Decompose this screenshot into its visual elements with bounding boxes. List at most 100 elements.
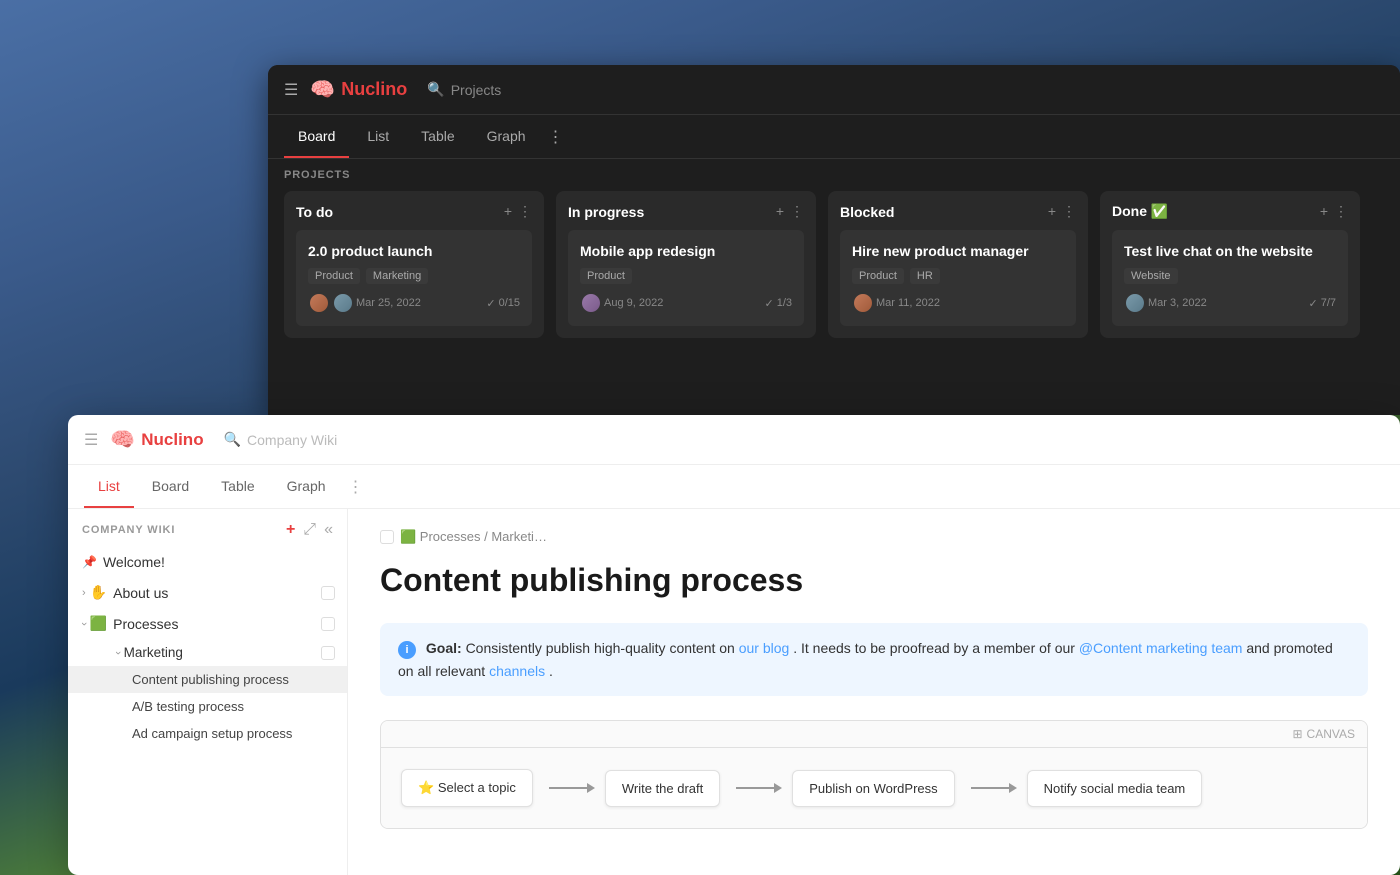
card-hire-pm[interactable]: Hire new product manager Product HR Mar … [840, 230, 1076, 326]
collapse-sidebar-icon[interactable]: « [324, 521, 333, 539]
expand-icon[interactable]: ⤢ [303, 521, 316, 539]
select-checkbox[interactable] [321, 586, 335, 600]
kanban-board: To do + ⋮ 2.0 product launch Product Mar… [268, 191, 1400, 338]
avatar [332, 292, 354, 314]
bottom-logo-text: Nuclino [141, 430, 203, 450]
avatar [308, 292, 330, 314]
tab-board[interactable]: Board [284, 115, 349, 158]
more-tabs-icon[interactable]: ⋮ [548, 127, 564, 147]
sidebar-item-ad-campaign[interactable]: Ad campaign setup process [68, 720, 347, 747]
sidebar-item-label: Welcome! [103, 554, 165, 570]
top-search[interactable]: 🔍 Projects [427, 81, 501, 98]
info-text-1: Consistently publish high-quality conten… [466, 640, 739, 656]
bottom-search-label: Company Wiki [247, 432, 337, 448]
card-live-chat[interactable]: Test live chat on the website Website Ma… [1112, 230, 1348, 326]
column-menu-icon[interactable]: ⋮ [518, 203, 532, 220]
info-link-team[interactable]: @Content marketing team [1079, 640, 1243, 656]
more-tabs-icon[interactable]: ⋮ [348, 477, 364, 497]
add-card-icon[interactable]: + [1048, 203, 1056, 220]
sidebar-item-label: Marketing [124, 645, 183, 660]
card-date: Mar 11, 2022 [876, 297, 940, 309]
canvas-icon: ⊞ [1292, 727, 1302, 741]
select-checkbox[interactable] [321, 646, 335, 660]
info-link-channels[interactable]: channels [489, 663, 545, 679]
projects-window: ☰ 🧠 Nuclino 🔍 Projects Board List Table … [268, 65, 1400, 415]
tab-list[interactable]: List [353, 115, 403, 158]
column-inprogress: In progress + ⋮ Mobile app redesign Prod… [556, 191, 816, 338]
card-mobile-redesign[interactable]: Mobile app redesign Product Aug 9, 2022 … [568, 230, 804, 326]
sidebar-item-processes[interactable]: › 🟩 Processes [68, 608, 347, 639]
hamburger-icon[interactable]: ☰ [84, 430, 98, 450]
sidebar-item-label: Processes [113, 616, 178, 632]
card-date: Mar 3, 2022 [1148, 297, 1207, 309]
bottom-logo: 🧠 Nuclino [110, 427, 203, 452]
card-title: Hire new product manager [852, 242, 1064, 260]
sidebar-item-label: Content publishing process [132, 672, 289, 687]
tab-table[interactable]: Table [407, 115, 468, 158]
add-card-icon[interactable]: + [1320, 203, 1328, 220]
sidebar-item-ab-testing[interactable]: A/B testing process [68, 693, 347, 720]
tag-website: Website [1124, 268, 1178, 284]
breadcrumb-checkbox[interactable] [380, 530, 394, 544]
tab-list[interactable]: List [84, 465, 134, 508]
sidebar-item-label: Ad campaign setup process [132, 726, 292, 741]
column-blocked-actions: + ⋮ [1048, 203, 1076, 220]
canvas-body: ⭐ Select a topic Write the draft [381, 748, 1367, 828]
avatar [852, 292, 874, 314]
sidebar-item-welcome[interactable]: 📌 Welcome! [68, 547, 347, 577]
tab-graph[interactable]: Graph [473, 115, 540, 158]
flow-node-3: Publish on WordPress [792, 770, 954, 807]
info-link-blog[interactable]: our blog [739, 640, 790, 656]
tag-product: Product [308, 268, 360, 284]
top-search-label: Projects [451, 82, 502, 98]
sidebar-actions: + ⤢ « [286, 521, 333, 539]
column-menu-icon[interactable]: ⋮ [790, 203, 804, 220]
card-title: Mobile app redesign [580, 242, 792, 260]
column-todo-title: To do [296, 204, 333, 220]
sidebar-item-about-us[interactable]: › ✋ About us [68, 577, 347, 608]
column-menu-icon[interactable]: ⋮ [1062, 203, 1076, 220]
card-product-launch[interactable]: 2.0 product launch Product Marketing Mar… [296, 230, 532, 326]
tab-graph[interactable]: Graph [273, 465, 340, 508]
sidebar-section-label: COMPANY WIKI [82, 524, 175, 536]
star-icon: ⭐ [418, 780, 438, 795]
sidebar-item-marketing[interactable]: › Marketing [68, 639, 347, 666]
checklist-count: ✓ 1/3 [764, 297, 792, 310]
hamburger-icon[interactable]: ☰ [284, 80, 298, 100]
pin-icon: 📌 [82, 555, 97, 569]
tab-table[interactable]: Table [207, 465, 268, 508]
card-tags: Website [1124, 268, 1336, 284]
breadcrumb: 🟩 Processes / Marketi… [380, 529, 1368, 545]
projects-section-label: PROJECTS [268, 159, 1400, 191]
bottom-search[interactable]: 🔍 Company Wiki [224, 431, 338, 448]
column-todo-actions: + ⋮ [504, 203, 532, 220]
card-date: Mar 25, 2022 [356, 297, 421, 309]
add-card-icon[interactable]: + [776, 203, 784, 220]
column-done-actions: + ⋮ [1320, 203, 1348, 220]
card-footer: Aug 9, 2022 ✓ 1/3 [580, 292, 792, 314]
flow-label-4: Notify social media team [1044, 781, 1186, 796]
add-card-icon[interactable]: + [504, 203, 512, 220]
flow-node-2: Write the draft [605, 770, 720, 807]
column-blocked-header: Blocked + ⋮ [840, 203, 1076, 220]
sidebar-item-content-publishing[interactable]: Content publishing process [68, 666, 347, 693]
checklist-icon: ✓ [486, 297, 495, 310]
breadcrumb-path: 🟩 Processes / Marketi… [400, 529, 547, 545]
search-icon: 🔍 [224, 431, 241, 448]
card-footer: Mar 11, 2022 [852, 292, 1064, 314]
checklist-count: ✓ 7/7 [1308, 297, 1336, 310]
column-inprogress-title: In progress [568, 204, 644, 220]
sidebar-item-label: A/B testing process [132, 699, 244, 714]
expand-arrow-icon: › [112, 651, 124, 655]
column-menu-icon[interactable]: ⋮ [1334, 203, 1348, 220]
info-icon: i [398, 641, 416, 659]
add-page-icon[interactable]: + [286, 521, 295, 539]
brain-icon: 🧠 [110, 427, 135, 452]
flow-node-4: Notify social media team [1027, 770, 1203, 807]
flow-arrow-3 [971, 787, 1011, 789]
tab-board[interactable]: Board [138, 465, 203, 508]
canvas-label: CANVAS [1307, 727, 1355, 741]
column-done: Done ✅ + ⋮ Test live chat on the website… [1100, 191, 1360, 338]
checklist-icon: ✓ [1308, 297, 1317, 310]
select-checkbox[interactable] [321, 617, 335, 631]
